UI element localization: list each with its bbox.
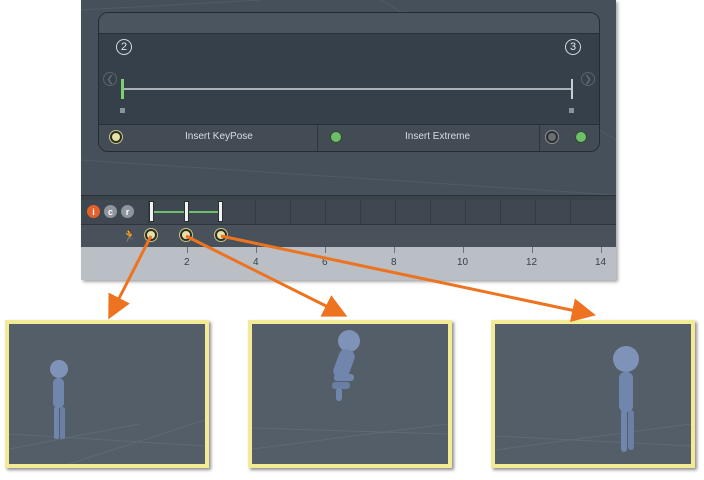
key-start-badge[interactable]: 2 — [116, 39, 132, 55]
key-bar[interactable] — [184, 201, 189, 222]
figure-jumping — [252, 330, 448, 450]
key-dot[interactable] — [180, 229, 192, 241]
frame-ruler[interactable]: 2 4 6 8 10 12 14 — [81, 247, 616, 280]
start-key-marker[interactable] — [121, 79, 124, 99]
tick — [256, 247, 257, 253]
ruler-label: 10 — [457, 257, 469, 268]
track-divider — [535, 200, 536, 224]
track-divider — [325, 200, 326, 224]
keypose-rail[interactable] — [122, 88, 572, 90]
track-divider — [570, 200, 571, 224]
ruler-label: 2 — [184, 257, 190, 268]
tick — [394, 247, 395, 253]
timeline-track-row: i c r — [81, 200, 616, 225]
key-bar[interactable] — [218, 201, 223, 222]
ruler-label: 14 — [595, 257, 607, 268]
extreme-dot-icon — [330, 131, 342, 143]
copy-c-button[interactable]: c — [104, 205, 117, 218]
running-figure-icon: 🏃 — [122, 229, 137, 243]
track-divider — [290, 200, 291, 224]
extreme-dot-button[interactable] — [575, 131, 587, 143]
key-dot[interactable] — [215, 229, 227, 241]
insert-keypose-button[interactable]: Insert KeyPose — [185, 131, 253, 142]
ruler-label: 6 — [322, 257, 328, 268]
figure-standing-close — [495, 346, 691, 452]
ruler-label: 8 — [391, 257, 397, 268]
pose-viewport-2 — [248, 320, 452, 468]
track-divider — [500, 200, 501, 224]
breakdown-dot-button[interactable] — [546, 131, 558, 143]
track-divider — [465, 200, 466, 224]
keypose-panel: 2 3 ❮ ❯ Insert KeyPose Insert Extreme — [98, 12, 600, 152]
ruler-label: 12 — [526, 257, 538, 268]
tick — [601, 247, 602, 253]
tick — [187, 247, 188, 253]
animation-editor-window: 2 3 ❮ ❯ Insert KeyPose Insert Extreme i … — [81, 0, 616, 280]
tick — [325, 247, 326, 253]
ruler-label: 4 — [253, 257, 259, 268]
figure-standing-small — [9, 360, 205, 464]
next-arrow-icon[interactable]: ❯ — [581, 72, 595, 86]
pose-viewport-3 — [491, 320, 695, 468]
key-bar[interactable] — [149, 201, 154, 222]
track-divider — [395, 200, 396, 224]
tick — [463, 247, 464, 253]
track-divider — [255, 200, 256, 224]
reset-r-button[interactable]: r — [121, 205, 134, 218]
pose-viewport-1 — [5, 320, 209, 468]
keypose-track: 2 3 ❮ ❯ — [99, 34, 599, 124]
key-dot[interactable] — [145, 229, 157, 241]
footer-divider — [539, 125, 540, 151]
prev-arrow-icon[interactable]: ❮ — [103, 72, 117, 86]
keypose-dot-icon — [110, 131, 122, 143]
end-key-marker[interactable] — [571, 79, 573, 99]
key-end-badge[interactable]: 3 — [565, 39, 581, 55]
key-dots-row — [81, 225, 616, 247]
end-handle[interactable] — [569, 108, 574, 113]
footer-divider — [317, 125, 318, 151]
track-divider — [360, 200, 361, 224]
panel-header — [99, 13, 599, 34]
start-handle[interactable] — [120, 108, 125, 113]
panel-footer: Insert KeyPose Insert Extreme — [99, 124, 599, 151]
track-divider — [430, 200, 431, 224]
tick — [532, 247, 533, 253]
insert-i-button[interactable]: i — [87, 205, 100, 218]
insert-extreme-button[interactable]: Insert Extreme — [405, 131, 470, 142]
